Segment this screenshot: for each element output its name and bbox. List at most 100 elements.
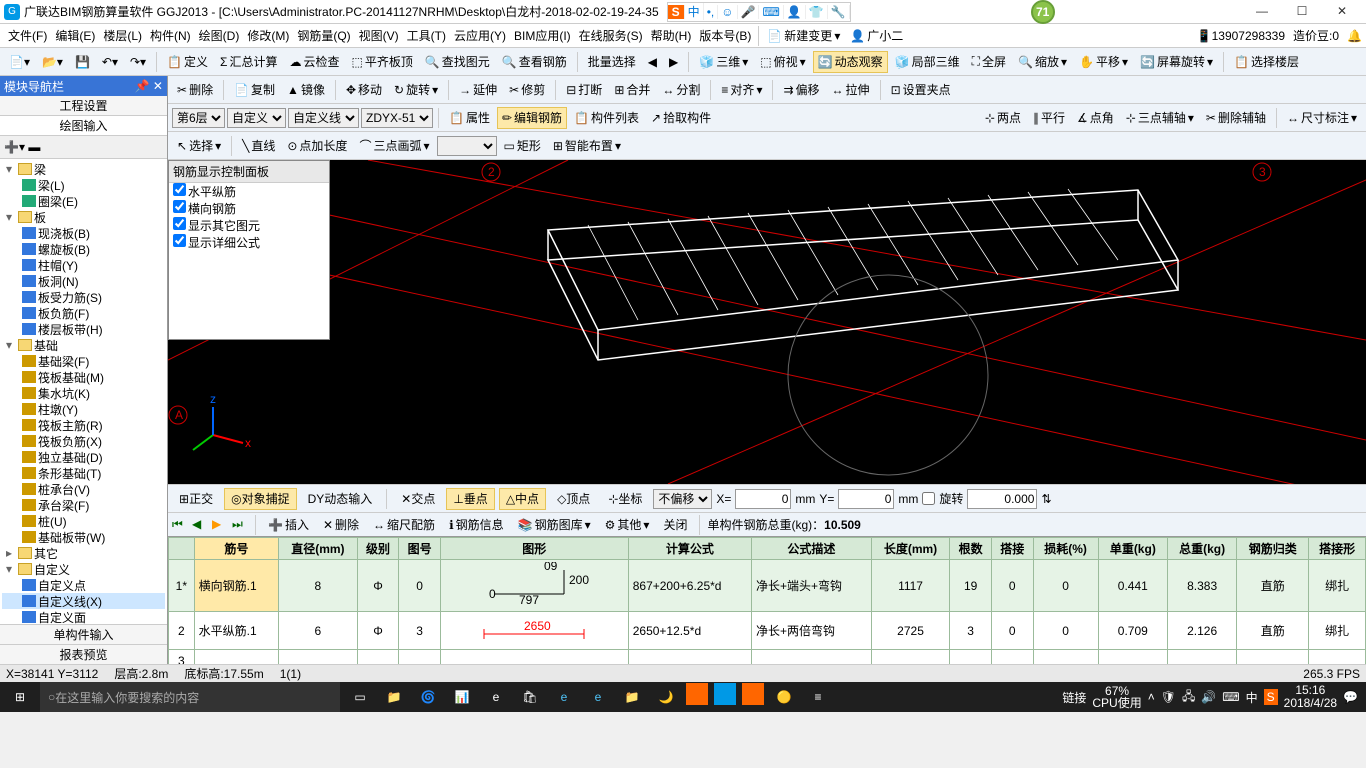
table-cell[interactable]: 6: [279, 612, 358, 650]
explorer-icon[interactable]: 📁: [618, 683, 646, 711]
set-grip-button[interactable]: ⊡设置夹点: [886, 79, 956, 101]
x-input[interactable]: [735, 489, 791, 509]
ime-user-icon[interactable]: 👤: [784, 5, 806, 19]
align-button[interactable]: ≡对齐 ▾: [716, 79, 767, 101]
menu-component[interactable]: 构件(N): [146, 27, 195, 44]
pin-icon[interactable]: 📌 ✕: [135, 79, 163, 93]
break-button[interactable]: ⊟打断: [561, 79, 607, 101]
tree-item[interactable]: 桩(U): [2, 513, 165, 529]
tree-item[interactable]: 基础板带(W): [2, 529, 165, 545]
table-cell[interactable]: 0: [1033, 560, 1098, 612]
tree-collapse-icon[interactable]: ▬: [28, 140, 40, 154]
other-button[interactable]: ⚙其他 ▾: [600, 514, 655, 536]
tree-item[interactable]: 柱帽(Y): [2, 257, 165, 273]
menu-modify[interactable]: 修改(M): [243, 27, 293, 44]
undo-button[interactable]: ↶▾: [97, 51, 123, 73]
delete-row-button[interactable]: ✕删除: [318, 514, 364, 536]
rebar-opt-3[interactable]: 显示详细公式: [169, 234, 329, 251]
table-cell[interactable]: [194, 650, 278, 665]
table-row[interactable]: 1*横向钢筋.18Φ0092007970867+200+6.25*d净长+端头+…: [169, 560, 1366, 612]
rect-tool-button[interactable]: ▭矩形: [499, 135, 546, 157]
table-cell[interactable]: 绑扎: [1309, 560, 1366, 612]
table-cell[interactable]: 0: [1033, 612, 1098, 650]
rebar-display-panel[interactable]: 钢筋显示控制面板 水平纵筋 横向钢筋 显示其它图元 显示详细公式: [168, 160, 330, 340]
delete-aux-button[interactable]: ✂删除辅轴: [1201, 107, 1271, 129]
open-button[interactable]: 📂▾: [37, 51, 68, 73]
table-row[interactable]: 3: [169, 650, 1366, 665]
mid-snap[interactable]: △中点: [499, 488, 546, 510]
tray-clock[interactable]: 15:162018/4/28: [1284, 684, 1337, 710]
copy-button[interactable]: 📄复制: [229, 79, 280, 101]
rotate-input[interactable]: [967, 489, 1037, 509]
table-cell[interactable]: 0: [399, 560, 441, 612]
move-button[interactable]: ✥移动: [341, 79, 387, 101]
table-header[interactable]: 筋号: [194, 538, 278, 560]
tree-item[interactable]: ▾梁: [2, 161, 165, 177]
point-length-button[interactable]: ⊙点加长度: [282, 135, 352, 157]
table-cell[interactable]: 直筋: [1237, 560, 1309, 612]
find-entity-button[interactable]: 🔍查找图元: [420, 51, 495, 73]
component-tree[interactable]: ▾梁梁(L)圈梁(E)▾板现浇板(B)螺旋板(B)柱帽(Y)板洞(N)板受力筋(…: [0, 159, 167, 624]
screen-rotate-button[interactable]: 🔄屏幕旋转 ▾: [1135, 51, 1218, 73]
table-cell[interactable]: 0.709: [1098, 612, 1167, 650]
pick-component-button[interactable]: ↗拾取构件: [646, 107, 716, 129]
nav-tab-draw[interactable]: 绘图输入: [0, 116, 167, 136]
app-icon-5[interactable]: [686, 683, 708, 705]
tree-item[interactable]: 基础梁(F): [2, 353, 165, 369]
table-cell[interactable]: 0.441: [1098, 560, 1167, 612]
table-cell[interactable]: 3: [399, 612, 441, 650]
table-cell[interactable]: 092007970: [440, 560, 628, 612]
table-header[interactable]: 根数: [950, 538, 992, 560]
app-icon-8[interactable]: 🟡: [770, 683, 798, 711]
table-cell[interactable]: [1033, 650, 1098, 665]
tree-item[interactable]: ▾板: [2, 209, 165, 225]
edit-rebar-button[interactable]: ✏编辑钢筋: [497, 107, 567, 129]
score-badge[interactable]: 71: [1031, 0, 1055, 24]
app-icon-4[interactable]: 🌙: [652, 683, 680, 711]
view-3d-button[interactable]: 🧊三维 ▾: [694, 51, 753, 73]
table-header[interactable]: 损耗(%): [1033, 538, 1098, 560]
delete-button[interactable]: ✂删除: [172, 79, 218, 101]
tree-item[interactable]: 柱墩(Y): [2, 401, 165, 417]
table-cell[interactable]: 2650+12.5*d: [628, 612, 751, 650]
next-icon[interactable]: ▶: [212, 517, 228, 533]
fullscreen-button[interactable]: ⛶全屏: [967, 51, 1011, 73]
tray-volume-icon[interactable]: 🔊: [1201, 690, 1216, 704]
model-canvas[interactable]: 2 3 A x z: [168, 160, 1366, 484]
offset-button[interactable]: ⇉偏移: [778, 79, 824, 101]
menu-version[interactable]: 版本号(B): [695, 27, 755, 44]
table-header[interactable]: 图号: [399, 538, 441, 560]
osnap-toggle[interactable]: ◎对象捕捉: [224, 488, 297, 510]
rotate-button[interactable]: ↻旋转 ▾: [389, 79, 443, 101]
dynamic-input-toggle[interactable]: DY 动态输入: [301, 488, 380, 510]
table-header[interactable]: 长度(mm): [871, 538, 950, 560]
start-button[interactable]: ⊞: [0, 690, 40, 704]
tree-item[interactable]: 楼层板带(H): [2, 321, 165, 337]
menu-draw[interactable]: 绘图(D): [195, 27, 244, 44]
rebar-table[interactable]: 筋号直径(mm)级别图号图形计算公式公式描述长度(mm)根数搭接损耗(%)单重(…: [168, 537, 1366, 664]
define-button[interactable]: 📋定义: [162, 51, 213, 73]
tree-item[interactable]: 集水坑(K): [2, 385, 165, 401]
ime-logo-icon[interactable]: S: [668, 5, 685, 19]
table-header[interactable]: 计算公式: [628, 538, 751, 560]
ortho-toggle[interactable]: ⊞正交: [172, 488, 220, 510]
tray-sogou-icon[interactable]: S: [1264, 689, 1278, 705]
tray-up-icon[interactable]: ˄: [1148, 690, 1155, 704]
table-cell[interactable]: 水平纵筋.1: [194, 612, 278, 650]
table-header[interactable]: 总重(kg): [1167, 538, 1236, 560]
table-cell[interactable]: [1098, 650, 1167, 665]
tray-network-icon[interactable]: 🖧: [1182, 687, 1195, 708]
two-point-button[interactable]: ⊹两点: [980, 107, 1026, 129]
table-cell[interactable]: 0: [991, 612, 1033, 650]
app-icon-6[interactable]: [714, 683, 736, 705]
table-cell[interactable]: 3: [950, 612, 992, 650]
coord-snap[interactable]: ⊹坐标: [601, 488, 649, 510]
nav-tab-project[interactable]: 工程设置: [0, 96, 167, 116]
subtype-select[interactable]: 自定义线: [288, 108, 359, 128]
table-cell[interactable]: 直筋: [1237, 612, 1309, 650]
offset-mode-select[interactable]: 不偏移: [653, 489, 712, 509]
sum-calc-button[interactable]: Σ 汇总计算: [215, 51, 282, 73]
menu-help[interactable]: 帮助(H): [647, 27, 696, 44]
nav-tab-report[interactable]: 报表预览: [0, 644, 167, 664]
cloud-check-button[interactable]: ☁云检查: [284, 51, 344, 73]
